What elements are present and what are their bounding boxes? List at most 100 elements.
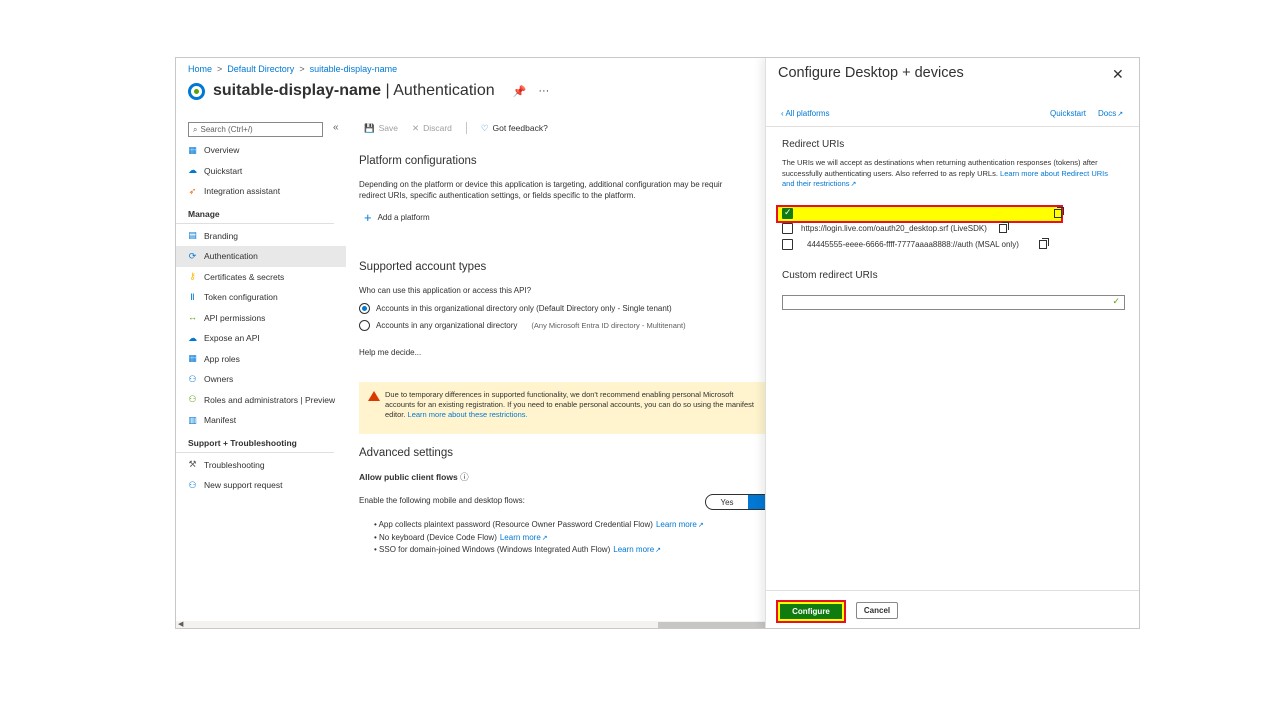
cancel-button[interactable]: Cancel [856, 602, 898, 619]
enable-flows-text: Enable the following mobile and desktop … [359, 496, 525, 505]
radio-selected-icon [359, 303, 370, 314]
close-icon[interactable]: ✕ [1112, 66, 1124, 83]
copy-icon[interactable] [1038, 238, 1049, 249]
sidebar-item-label: Token configuration [204, 292, 278, 303]
radio-empty-icon [359, 320, 370, 331]
configure-panel: Configure Desktop + devices ✕ ‹ All plat… [765, 58, 1139, 628]
breadcrumb: Home > Default Directory > suitable-disp… [188, 64, 397, 74]
configure-button[interactable]: Configure [780, 604, 842, 619]
save-button[interactable]: 💾 Save [364, 123, 398, 134]
sidebar-item-troubleshooting[interactable]: ⚒ Troubleshooting [176, 455, 346, 476]
owners-icon: ⚇ [188, 373, 197, 384]
redirect-uris-title: Redirect URIs [782, 139, 845, 150]
quickstart-icon: ☁ [188, 165, 197, 176]
scroll-left-icon[interactable]: ◀ [178, 620, 183, 628]
sidebar-item-manifest[interactable]: ▥ Manifest [176, 410, 346, 431]
single-tenant-radio[interactable]: Accounts in this organizational director… [359, 303, 672, 314]
sidebar-item-new-support-request[interactable]: ⚇ New support request [176, 475, 346, 496]
quickstart-link[interactable]: Quickstart [1050, 109, 1086, 118]
sidebar-item-owners[interactable]: ⚇ Owners [176, 369, 346, 390]
wrench-icon: ⚒ [188, 459, 197, 470]
advanced-settings-title: Advanced settings [359, 447, 453, 459]
breadcrumb-separator: > [217, 64, 223, 74]
more-icon[interactable]: ··· [538, 85, 549, 98]
sidebar-item-expose-an-api[interactable]: ☁ Expose an API [176, 328, 346, 349]
feedback-button[interactable]: ♡ Got feedback? [481, 123, 548, 134]
sidebar-item-label: Expose an API [204, 333, 260, 344]
redirect-uri-row: https://login.live.com/oauth20_desktop.s… [782, 222, 1009, 234]
redirect-uris-desc: The URIs we will accept as destinations … [782, 158, 1112, 191]
copy-icon[interactable] [998, 222, 1009, 233]
overview-icon: ▦ [188, 144, 197, 155]
rocket-icon: ➶ [188, 185, 197, 196]
multitenant-radio[interactable]: Accounts in any organizational directory… [359, 320, 686, 331]
uri-checkbox[interactable] [782, 223, 793, 234]
page-header: suitable-display-name | Authentication 📌… [188, 82, 549, 100]
collapse-sidebar-icon[interactable]: « [333, 122, 339, 133]
sidebar-item-label: New support request [204, 480, 283, 491]
sidebar-item-authentication[interactable]: ⟳ Authentication [176, 246, 346, 267]
add-platform-button[interactable]: + Add a platform [364, 211, 430, 224]
custom-redirect-title: Custom redirect URIs [782, 270, 878, 281]
manifest-icon: ▥ [188, 414, 197, 425]
breadcrumb-directory[interactable]: Default Directory [227, 64, 294, 74]
save-icon: 💾 [364, 122, 375, 133]
sidebar-item-api-permissions[interactable]: ↔ API permissions [176, 308, 346, 329]
learn-more-link[interactable]: Learn more [613, 545, 661, 554]
pin-icon[interactable]: 📌 [513, 85, 527, 98]
divider [766, 126, 1139, 127]
redirect-uri-row [782, 207, 1064, 219]
learn-more-link[interactable]: Learn more [656, 520, 704, 529]
learn-more-link[interactable]: Learn more about [1000, 169, 1059, 178]
account-types-question: Who can use this application or access t… [359, 286, 532, 295]
sidebar-item-integration-assistant[interactable]: ➶ Integration assistant [176, 181, 346, 202]
help-me-decide-link[interactable]: Help me decide... [359, 347, 421, 358]
token-icon: Ⅱ [190, 291, 195, 302]
sidebar-nav: ▦ Overview ☁ Quickstart ➶ Integration assista… [176, 140, 346, 496]
sidebar-item-label: Quickstart [204, 165, 243, 176]
all-platforms-link[interactable]: ‹ All platforms [781, 109, 829, 118]
search-input[interactable]: ⌕ Search (Ctrl+/) [188, 122, 323, 137]
configure-highlight: Configure [776, 600, 846, 623]
breadcrumb-separator: > [299, 64, 305, 74]
sidebar-item-quickstart[interactable]: ☁ Quickstart [176, 161, 346, 182]
sidebar-item-label: Roles and administrators | Preview [204, 394, 336, 405]
app-logo-icon [188, 82, 205, 100]
horizontal-scrollbar[interactable]: ◀ [176, 620, 766, 628]
portal-frame: Home > Default Directory > suitable-disp… [175, 57, 1140, 629]
restrictions-link[interactable]: Learn more about these restrictions. [408, 410, 528, 419]
breadcrumb-app[interactable]: suitable-display-name [310, 64, 398, 74]
sidebar-item-label: App roles [204, 353, 240, 364]
sidebar-item-label: Troubleshooting [204, 459, 265, 470]
support-heading: Support + Troubleshooting [176, 431, 334, 453]
uri-checkbox[interactable] [782, 239, 793, 250]
list-item: SSO for domain-joined Windows (Windows I… [374, 544, 704, 557]
discard-button[interactable]: ✕ Discard [412, 123, 452, 134]
breadcrumb-home[interactable]: Home [188, 64, 212, 74]
sidebar-item-overview[interactable]: ▦ Overview [176, 140, 346, 161]
sidebar-item-label: Certificates & secrets [204, 271, 285, 282]
sidebar-item-app-roles[interactable]: ▦ App roles [176, 349, 346, 370]
redirect-uri-row: 44445555-eeee-6666-ffff-7777aaaa8888://a… [782, 238, 1049, 250]
sidebar-item-branding[interactable]: ▤ Branding [176, 226, 346, 247]
learn-more-link[interactable]: Learn more [500, 533, 548, 542]
warning-banner: Due to temporary differences in supporte… [359, 382, 779, 434]
support-icon: ⚇ [188, 479, 197, 490]
page-title: suitable-display-name | Authentication [213, 82, 495, 99]
sidebar-item-label: Integration assistant [204, 186, 281, 197]
sidebar-item-certificates-secrets[interactable]: ⚷ Certificates & secrets [176, 267, 346, 288]
scrollbar-thumb[interactable] [658, 622, 766, 628]
account-types-title: Supported account types [359, 261, 487, 273]
platform-config-desc: Depending on the platform or device this… [359, 180, 723, 200]
toolbar-divider [465, 122, 467, 134]
uri-checkbox[interactable] [782, 207, 793, 219]
custom-redirect-input[interactable]: ✓ [782, 295, 1125, 310]
copy-icon[interactable] [1054, 207, 1064, 218]
docs-link[interactable]: Docs [1098, 109, 1123, 118]
sidebar-item-label: Overview [204, 145, 240, 156]
branding-icon: ▤ [188, 230, 197, 241]
admin-icon: ⚇ [188, 394, 197, 405]
sidebar-item-roles-and-administrators-preview[interactable]: ⚇ Roles and administrators | Preview [176, 390, 346, 411]
roles-icon: ▦ [188, 353, 197, 364]
sidebar-item-token-configuration[interactable]: Ⅱ Token configuration [176, 287, 346, 308]
